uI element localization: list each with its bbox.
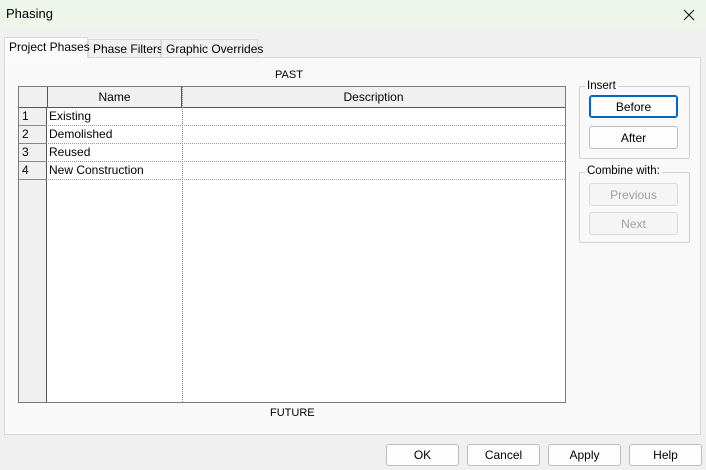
row-number: 1 xyxy=(19,108,47,126)
phase-name-cell[interactable]: New Construction xyxy=(49,162,144,180)
phase-name-cell[interactable]: Demolished xyxy=(49,126,112,144)
window-title: Phasing xyxy=(6,6,53,21)
cancel-button[interactable]: Cancel xyxy=(467,444,540,466)
phase-name-cell[interactable]: Reused xyxy=(49,144,90,162)
row-number: 3 xyxy=(19,144,47,162)
row-number: 4 xyxy=(19,162,47,180)
tab-label: Project Phases xyxy=(9,40,90,54)
table-row[interactable]: 4 New Construction xyxy=(19,162,565,180)
insert-before-button[interactable]: Before xyxy=(589,95,678,118)
tab-graphic-overrides[interactable]: Graphic Overrides xyxy=(161,39,263,58)
table-row[interactable]: 1 Existing xyxy=(19,108,565,126)
insert-after-button[interactable]: After xyxy=(589,126,678,149)
corner-header xyxy=(19,87,47,108)
apply-button[interactable]: Apply xyxy=(548,444,621,466)
combine-next-button[interactable]: Next xyxy=(589,212,678,235)
table-row[interactable]: 2 Demolished xyxy=(19,126,565,144)
title-bar: Phasing xyxy=(0,0,706,29)
past-caption: PAST xyxy=(275,69,303,81)
help-button[interactable]: Help xyxy=(629,444,702,466)
close-button[interactable] xyxy=(672,0,706,29)
combine-previous-button[interactable]: Previous xyxy=(589,183,678,206)
phase-name-cell[interactable]: Existing xyxy=(49,108,91,126)
combine-legend: Combine with: xyxy=(585,165,662,177)
tab-label: Phase Filters xyxy=(93,42,164,56)
tab-label: Graphic Overrides xyxy=(166,42,264,56)
column-header-name[interactable]: Name xyxy=(47,87,182,108)
tab-project-phases[interactable]: Project Phases xyxy=(4,37,90,58)
phases-grid[interactable]: Name Description 1 Existing 2 Demolished… xyxy=(18,86,566,403)
close-icon xyxy=(683,9,695,20)
insert-legend: Insert xyxy=(585,80,618,92)
ok-button[interactable]: OK xyxy=(386,444,459,466)
table-row[interactable]: 3 Reused xyxy=(19,144,565,162)
future-caption: FUTURE xyxy=(270,407,315,419)
tab-phase-filters[interactable]: Phase Filters xyxy=(88,39,164,58)
row-number: 2 xyxy=(19,126,47,144)
column-header-description[interactable]: Description xyxy=(182,87,565,108)
